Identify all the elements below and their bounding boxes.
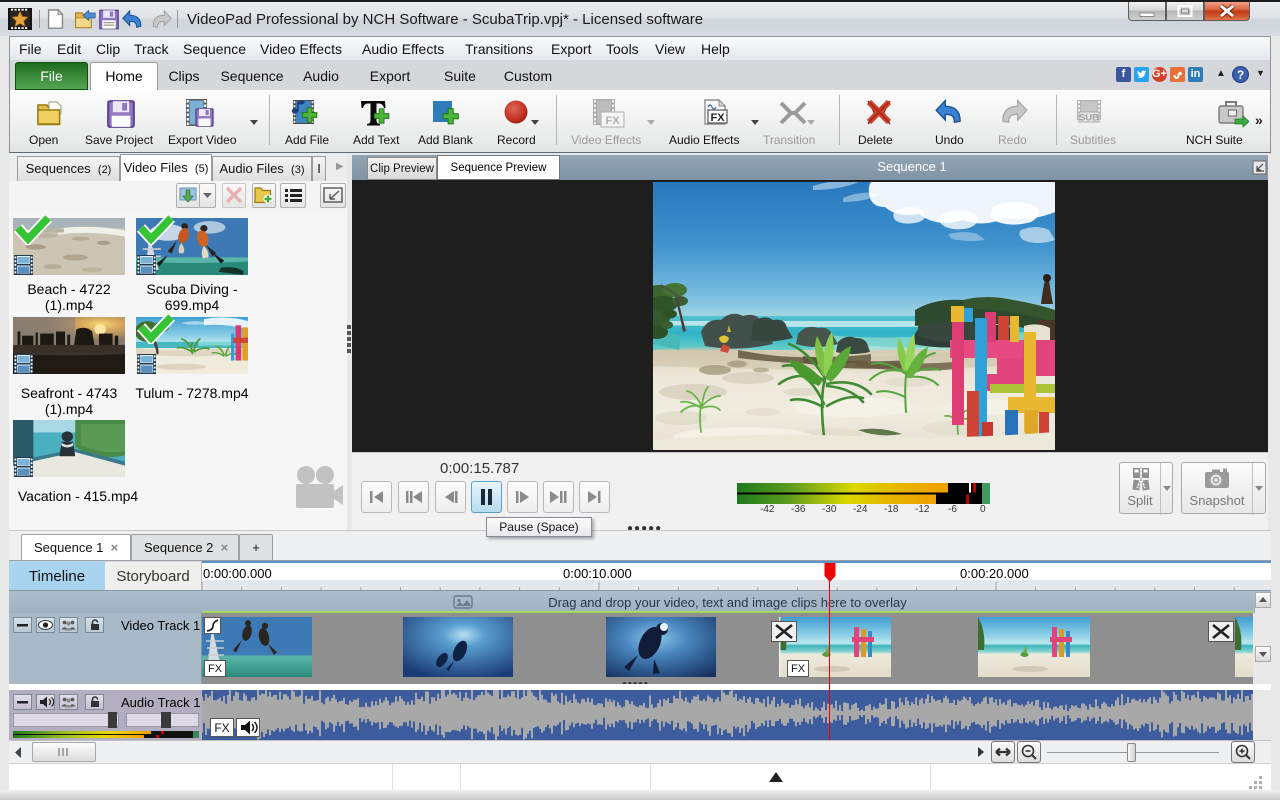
svg-text:FX: FX bbox=[605, 115, 620, 127]
svg-text:SUB: SUB bbox=[1079, 113, 1099, 124]
svg-text:FX: FX bbox=[710, 112, 725, 124]
